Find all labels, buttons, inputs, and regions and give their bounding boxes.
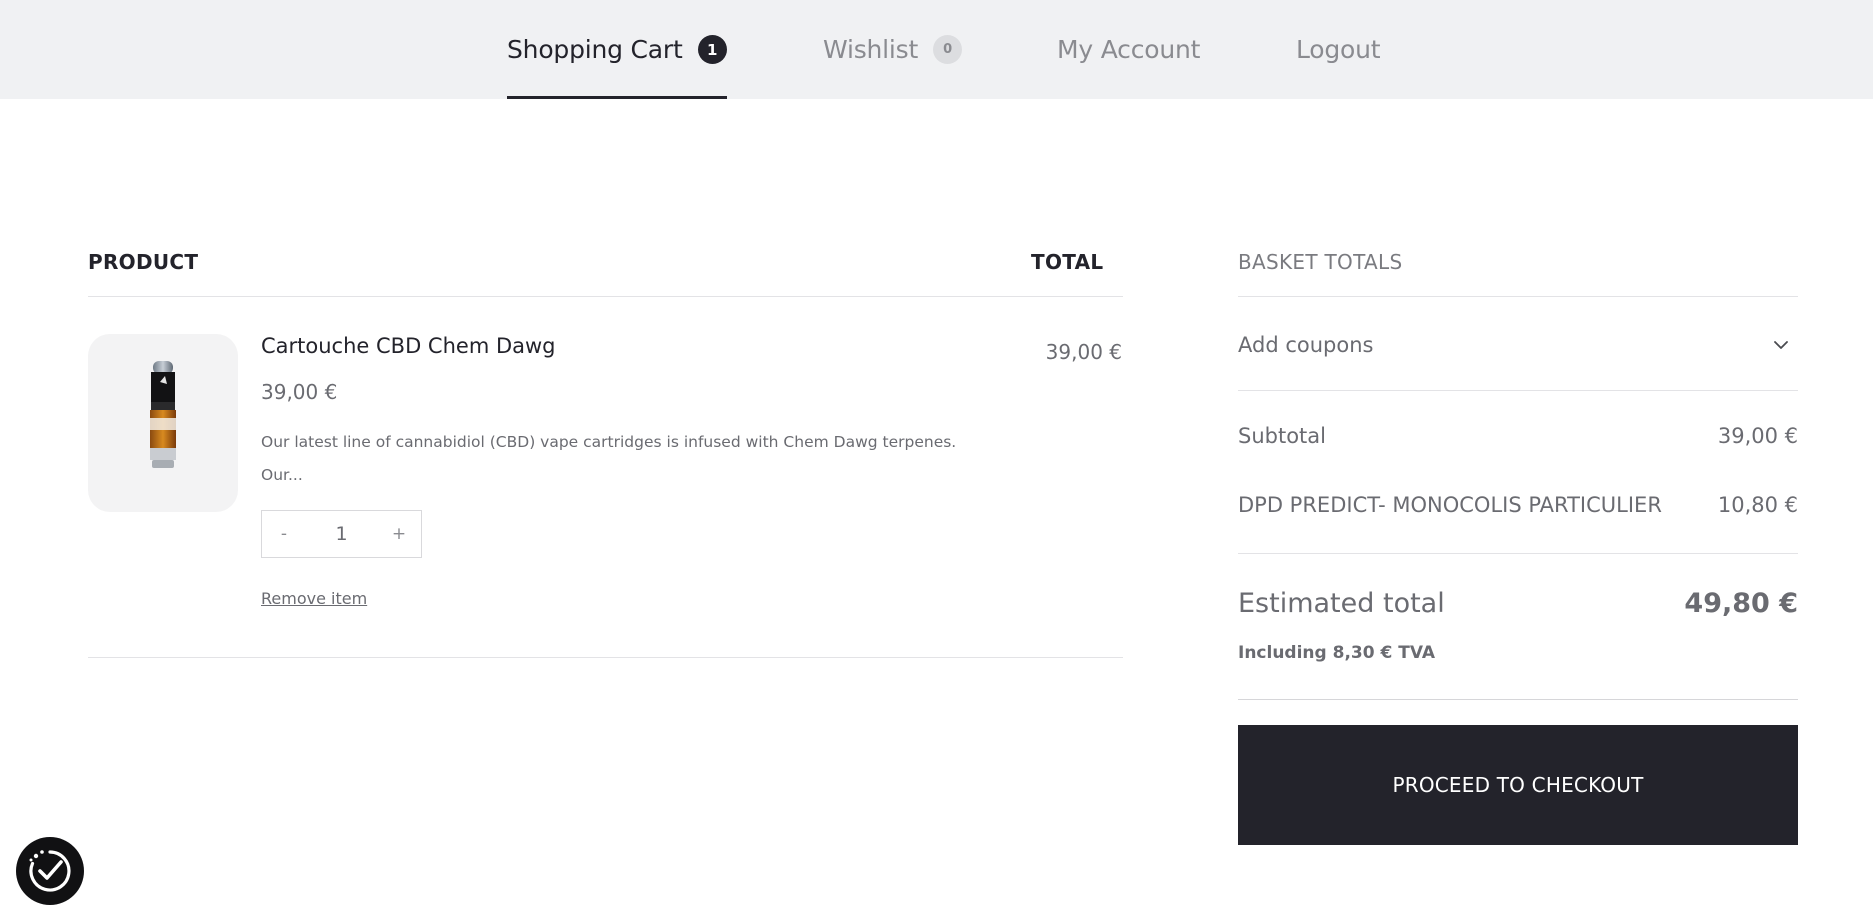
product-thumbnail[interactable] bbox=[88, 334, 238, 512]
quantity-increase-button[interactable]: + bbox=[377, 524, 421, 544]
quantity-input[interactable]: 1 bbox=[306, 523, 377, 545]
subtotal-label: Subtotal bbox=[1238, 424, 1326, 448]
tab-my-account-label: My Account bbox=[1057, 35, 1201, 64]
accessibility-check-icon bbox=[29, 850, 71, 892]
tab-my-account[interactable]: My Account bbox=[1057, 0, 1200, 99]
tax-note: Including 8,30 € TVA bbox=[1238, 643, 1435, 663]
product-name[interactable]: Cartouche CBD Chem Dawg bbox=[261, 334, 556, 358]
shipping-value: 10,80 € bbox=[1717, 493, 1798, 517]
subtotal-value: 39,00 € bbox=[1717, 424, 1798, 448]
wishlist-count-badge: 0 bbox=[933, 35, 963, 64]
estimated-total-row: Estimated total 49,80 € bbox=[1238, 588, 1798, 619]
shipping-label: DPD PREDICT- MONOCOLIS PARTICULIER bbox=[1238, 493, 1662, 517]
subtotal-row: Subtotal 39,00 € bbox=[1238, 424, 1798, 448]
estimated-total-label: Estimated total bbox=[1238, 588, 1445, 619]
tab-wishlist[interactable]: Wishlist 0 bbox=[823, 0, 963, 99]
basket-totals-title: BASKET TOTALS bbox=[1238, 250, 1403, 274]
subtotal-divider bbox=[1238, 553, 1798, 554]
add-coupons-toggle[interactable]: Add coupons bbox=[1238, 330, 1798, 360]
chevron-down-icon bbox=[1771, 335, 1791, 355]
active-tab-indicator bbox=[507, 96, 727, 99]
top-navigation: Shopping Cart 1 Wishlist 0 My Account Lo… bbox=[0, 0, 1873, 99]
item-divider bbox=[88, 657, 1123, 658]
quantity-stepper: - 1 + bbox=[261, 510, 422, 558]
accessibility-widget-button[interactable] bbox=[16, 837, 84, 905]
shipping-row: DPD PREDICT- MONOCOLIS PARTICULIER 10,80… bbox=[1238, 493, 1798, 517]
estimated-divider bbox=[1238, 699, 1798, 700]
item-total: 39,00 € bbox=[1045, 340, 1122, 364]
cart-count-badge: 1 bbox=[697, 35, 727, 64]
tab-logout[interactable]: Logout bbox=[1296, 0, 1381, 99]
product-column-header: PRODUCT bbox=[88, 250, 199, 274]
total-column-header: TOTAL bbox=[1031, 250, 1104, 274]
product-description: Our latest line of cannabidiol (CBD) vap… bbox=[261, 433, 957, 484]
quantity-decrease-button[interactable]: - bbox=[262, 524, 306, 544]
tab-shopping-cart-label: Shopping Cart bbox=[507, 35, 683, 64]
proceed-to-checkout-button[interactable]: PROCEED TO CHECKOUT bbox=[1238, 725, 1798, 845]
tab-wishlist-label: Wishlist bbox=[823, 35, 919, 64]
totals-header-divider bbox=[1238, 296, 1798, 297]
vape-cartridge-image bbox=[150, 361, 176, 468]
tab-logout-label: Logout bbox=[1296, 35, 1381, 64]
product-unit-price: 39,00 € bbox=[261, 380, 338, 404]
coupon-divider bbox=[1238, 390, 1798, 391]
header-divider bbox=[88, 296, 1123, 297]
remove-item-link[interactable]: Remove item bbox=[261, 589, 367, 608]
tab-shopping-cart[interactable]: Shopping Cart 1 bbox=[507, 0, 727, 99]
estimated-total-value: 49,80 € bbox=[1684, 588, 1798, 619]
add-coupons-label: Add coupons bbox=[1238, 333, 1374, 357]
